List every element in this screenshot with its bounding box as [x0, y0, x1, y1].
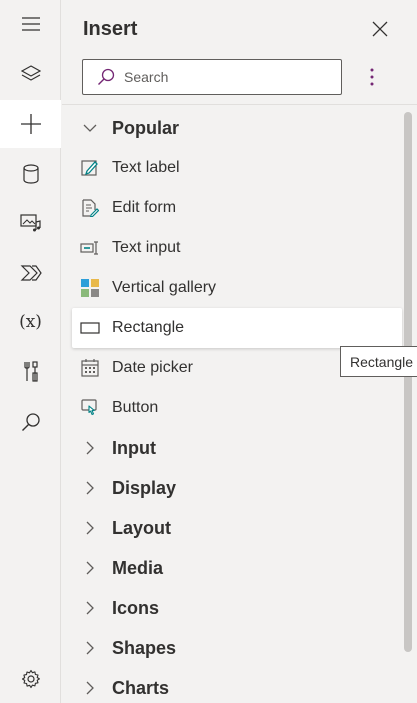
item-label: Text label — [112, 159, 180, 176]
more-options-button[interactable] — [360, 62, 384, 92]
item-rectangle[interactable]: Rectangle — [72, 308, 402, 348]
tree-view-button[interactable] — [0, 50, 61, 98]
chevron-down-icon — [80, 124, 100, 132]
more-vertical-icon — [370, 68, 374, 86]
category-label: Media — [112, 557, 164, 578]
variables-icon: (x) — [19, 312, 42, 332]
item-label: Button — [112, 399, 159, 416]
category-shapes[interactable]: Shapes — [62, 628, 402, 668]
item-text-label[interactable]: Text label — [62, 148, 402, 188]
divider — [62, 104, 417, 105]
text-label-icon — [80, 159, 100, 177]
category-label: Display — [112, 477, 177, 498]
variables-button[interactable]: (x) — [0, 298, 61, 346]
chevron-right-icon — [80, 481, 100, 495]
category-label: Popular — [112, 117, 180, 138]
layers-icon — [20, 65, 41, 81]
hamburger-menu-icon — [21, 17, 40, 31]
category-input[interactable]: Input — [62, 428, 402, 468]
category-popular[interactable]: Popular — [62, 108, 402, 148]
chevron-right-icon — [80, 521, 100, 535]
item-label: Vertical gallery — [112, 279, 217, 296]
settings-icon — [21, 669, 40, 689]
category-display[interactable]: Display — [62, 468, 402, 508]
scrollbar-thumb[interactable] — [404, 112, 412, 652]
category-label: Icons — [112, 597, 160, 618]
search-rail-button[interactable] — [0, 398, 61, 446]
close-icon — [372, 21, 388, 37]
item-label: Edit form — [112, 199, 177, 216]
advanced-tools-icon — [23, 361, 38, 382]
chevron-right-icon — [80, 681, 100, 695]
category-label: Input — [112, 437, 156, 458]
rectangle-icon — [80, 321, 100, 335]
left-rail: (x) — [0, 0, 61, 703]
chevron-right-icon — [80, 641, 100, 655]
settings-button[interactable] — [0, 655, 61, 703]
category-charts[interactable]: Charts — [62, 668, 402, 703]
data-button[interactable] — [0, 150, 61, 198]
item-label: Text input — [112, 239, 181, 256]
item-edit-form[interactable]: Edit form — [62, 188, 402, 228]
search-icon — [97, 68, 115, 86]
chevron-right-icon — [80, 561, 100, 575]
item-vertical-gallery[interactable]: Vertical gallery — [62, 268, 402, 308]
category-label: Layout — [112, 517, 172, 538]
chevron-right-icon — [80, 441, 100, 455]
close-button[interactable] — [367, 16, 393, 42]
button-icon — [80, 399, 100, 417]
media-icon — [19, 214, 41, 232]
category-icons[interactable]: Icons — [62, 588, 402, 628]
insert-panel: Insert Popular Text label — [62, 0, 417, 703]
power-automate-icon — [20, 265, 42, 281]
insert-list: Popular Text label Edit form Text input — [62, 108, 402, 703]
chevron-right-icon — [80, 601, 100, 615]
menu-button[interactable] — [0, 0, 61, 48]
category-media[interactable]: Media — [62, 548, 402, 588]
category-label: Shapes — [112, 637, 177, 658]
item-text-input[interactable]: Text input — [62, 228, 402, 268]
edit-form-icon — [80, 199, 100, 217]
item-label: Rectangle — [112, 319, 185, 336]
insert-button[interactable] — [0, 100, 61, 148]
item-label: Date picker — [112, 359, 193, 376]
search-box[interactable] — [82, 59, 342, 95]
panel-title: Insert — [83, 18, 138, 40]
category-layout[interactable]: Layout — [62, 508, 402, 548]
text-input-icon — [80, 240, 100, 256]
media-button[interactable] — [0, 199, 61, 247]
item-button[interactable]: Button — [62, 388, 402, 428]
vertical-gallery-icon — [80, 279, 100, 297]
calendar-icon — [80, 359, 100, 377]
plus-icon — [20, 114, 41, 134]
database-icon — [22, 164, 39, 184]
category-label: Charts — [112, 677, 170, 698]
advanced-tools-button[interactable] — [0, 348, 61, 396]
scrollbar[interactable] — [402, 108, 417, 703]
power-automate-button[interactable] — [0, 249, 61, 297]
search-icon — [21, 413, 40, 431]
tooltip: Rectangle — [340, 346, 417, 377]
search-input[interactable] — [124, 69, 324, 85]
